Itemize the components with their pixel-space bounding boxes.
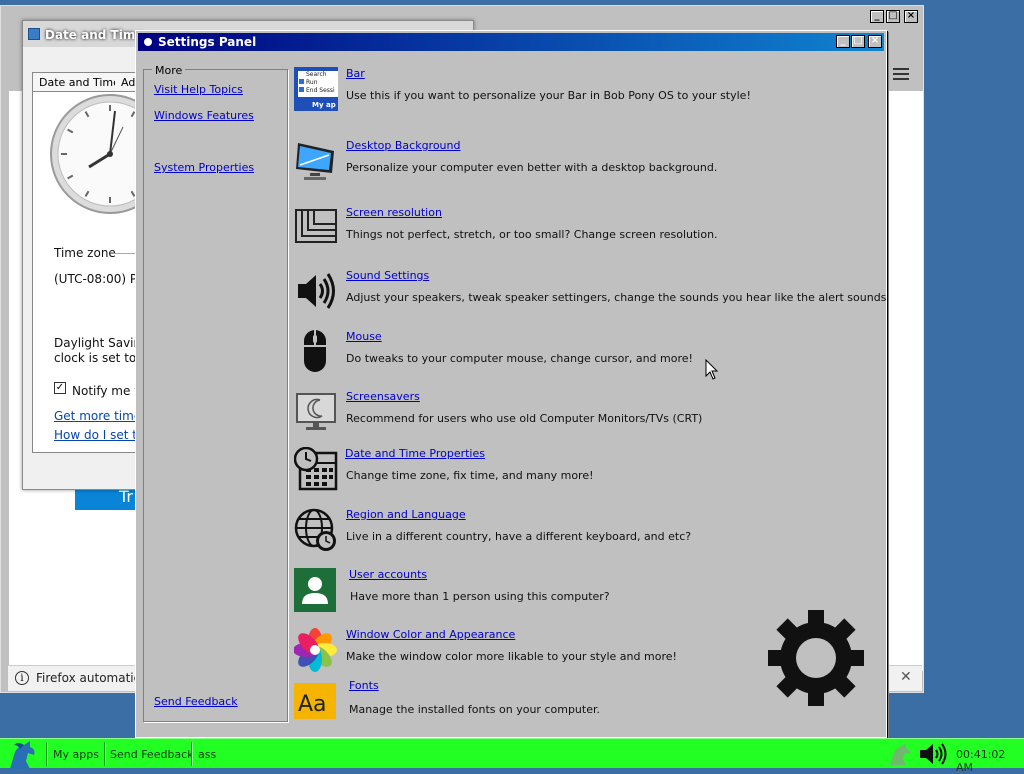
- volume-tray-icon[interactable]: [918, 741, 952, 767]
- bar-description: Use this if you want to personalize your…: [346, 89, 751, 102]
- user-accounts-link[interactable]: User accounts: [349, 568, 427, 581]
- dst-text-line2: clock is set to g: [54, 351, 148, 365]
- region-language-description: Live in a different country, have a diff…: [346, 530, 692, 543]
- screensavers-description: Recommend for users who use old Computer…: [346, 412, 703, 425]
- fonts-link[interactable]: Fonts: [349, 679, 379, 692]
- date-time-properties-description: Change time zone, fix time, and many mor…: [346, 469, 594, 482]
- window-menu-icon[interactable]: [144, 38, 152, 46]
- settings-item-bar[interactable]: Search Run End Sessi My ap Bar Use this …: [294, 67, 874, 117]
- settings-item-screensavers[interactable]: Screensavers Recommend for users who use…: [294, 390, 874, 440]
- region-language-link[interactable]: Region and Language: [346, 508, 466, 521]
- monitor-icon: [296, 143, 334, 180]
- time-zone-label: Time zone: [54, 246, 116, 260]
- start-pony-icon[interactable]: [4, 739, 44, 769]
- bar-thumb-run: Run: [306, 79, 318, 86]
- notify-label: Notify me w: [72, 384, 144, 398]
- notification-close-icon[interactable]: ✕: [900, 669, 912, 685]
- fonts-description: Manage the installed fonts on your compu…: [349, 703, 600, 716]
- settings-item-region-language[interactable]: Region and Language Live in a different …: [294, 508, 874, 558]
- system-properties-link[interactable]: System Properties: [154, 161, 254, 174]
- settings-close-button[interactable]: ×: [868, 35, 882, 48]
- screensavers-link[interactable]: Screensavers: [346, 390, 420, 403]
- desktop-background-link[interactable]: Desktop Background: [346, 139, 461, 152]
- settings-maximize-button[interactable]: □: [851, 35, 865, 48]
- settings-minimize-button[interactable]: _: [836, 35, 850, 48]
- settings-item-desktop-background[interactable]: Desktop Background Personalize your comp…: [294, 139, 874, 189]
- browser-menu-icon[interactable]: [893, 68, 909, 83]
- screen-resolution-link[interactable]: Screen resolution: [346, 206, 442, 219]
- desktop-background-description: Personalize your computer even better wi…: [346, 161, 718, 174]
- bar-thumb-my-apps: My ap: [312, 101, 336, 109]
- send-feedback-link[interactable]: Send Feedback: [154, 695, 238, 708]
- fonts-icon: Aa: [294, 683, 336, 719]
- help-topics-link[interactable]: Visit Help Topics: [154, 83, 243, 96]
- globe-clock-icon: [294, 508, 336, 551]
- tray-clock: 00:41:02 AM: [956, 748, 1006, 774]
- settings-item-date-time-properties[interactable]: Date and Time Properties Change time zon…: [294, 447, 874, 497]
- bar-thumb-search: Search: [306, 71, 327, 78]
- screensaver-icon: [296, 393, 336, 430]
- time-zone-divider: [113, 253, 137, 254]
- calendar-icon: [28, 28, 40, 40]
- tab-date-and-time[interactable]: Date and Time: [32, 72, 127, 92]
- sound-settings-link[interactable]: Sound Settings: [346, 269, 429, 282]
- speaker-icon: [298, 273, 335, 309]
- mouse-icon: [304, 330, 326, 372]
- settings-item-screen-resolution[interactable]: Screen resolution Things not perfect, st…: [294, 206, 874, 256]
- bar-thumb-end-session: End Sessi: [306, 87, 335, 94]
- info-icon: i: [15, 671, 29, 685]
- browser-minimize-button[interactable]: _: [870, 10, 884, 23]
- resolution-icon: [295, 209, 337, 243]
- screen-resolution-description: Things not perfect, stretch, or too smal…: [346, 228, 718, 241]
- taskbar: My apps Send Feedback ass 00:41:02 AM: [0, 738, 1024, 774]
- mouse-description: Do tweaks to your computer mouse, change…: [346, 352, 693, 365]
- bar-icon: Search Run End Sessi My ap: [294, 67, 338, 111]
- gear-icon: [768, 610, 864, 706]
- notify-checkbox[interactable]: ✓: [54, 382, 66, 394]
- browser-close-button[interactable]: ×: [904, 10, 918, 23]
- taskbar-separator: [104, 742, 105, 766]
- color-wheel-icon: [294, 628, 337, 672]
- settings-title: Settings Panel: [158, 35, 257, 49]
- mouse-cursor-icon: [705, 359, 719, 380]
- network-tray-icon[interactable]: [886, 741, 916, 767]
- calendar-clock-icon: [294, 447, 338, 491]
- taskbar-my-apps[interactable]: My apps: [53, 748, 99, 761]
- date-time-title: Date and Time: [45, 28, 144, 42]
- settings-item-sound-settings[interactable]: Sound Settings Adjust your speakers, twe…: [294, 269, 886, 319]
- window-color-link[interactable]: Window Color and Appearance: [346, 628, 515, 641]
- settings-item-mouse[interactable]: Mouse Do tweaks to your computer mouse, …: [294, 330, 874, 380]
- sidebar-legend: More: [152, 64, 186, 77]
- taskbar-separator: [191, 742, 192, 766]
- settings-titlebar[interactable]: Settings Panel _ □ ×: [138, 33, 884, 51]
- sound-settings-description: Adjust your speakers, tweak speaker sett…: [346, 291, 887, 304]
- more-sidebar: More Visit Help Topics Windows Features …: [143, 64, 288, 722]
- taskbar-window-item[interactable]: ass: [198, 748, 216, 761]
- user-icon: [294, 568, 336, 612]
- date-time-properties-link[interactable]: Date and Time Properties: [345, 447, 485, 460]
- fonts-icon-text: Aa: [298, 692, 327, 717]
- browser-maximize-button[interactable]: □: [886, 10, 900, 23]
- windows-features-link[interactable]: Windows Features: [154, 109, 254, 122]
- window-color-description: Make the window color more likable to yo…: [346, 650, 677, 663]
- how-set-clock-link[interactable]: How do I set th: [54, 428, 145, 442]
- taskbar-separator: [46, 742, 47, 766]
- mouse-link[interactable]: Mouse: [346, 330, 382, 343]
- user-accounts-description: Have more than 1 person using this compu…: [350, 590, 610, 603]
- bar-link[interactable]: Bar: [346, 67, 365, 80]
- taskbar-send-feedback[interactable]: Send Feedback: [110, 748, 194, 761]
- settings-panel-window: Settings Panel _ □ × More Visit Help Top…: [135, 30, 887, 738]
